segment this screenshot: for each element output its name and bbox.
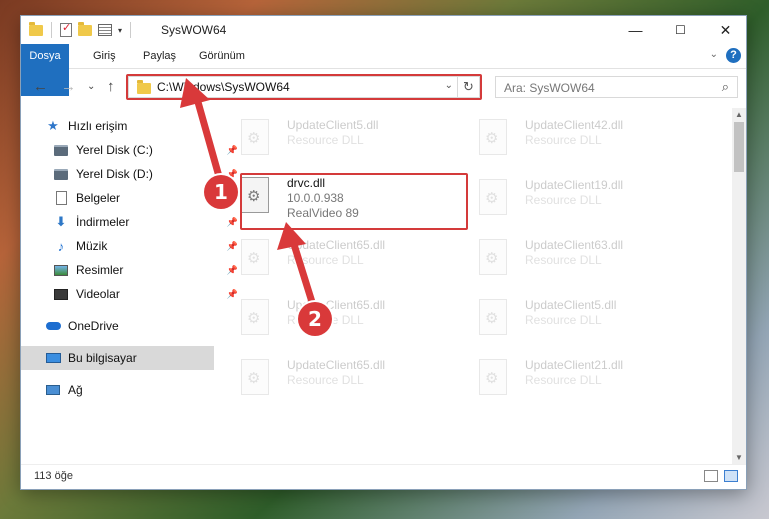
step-badge-1: 1 [204,175,238,209]
annotation-arrows [180,78,316,306]
step-badge-2: 2 [298,302,332,336]
arrow-2 [277,222,316,306]
arrow-1 [180,78,224,184]
